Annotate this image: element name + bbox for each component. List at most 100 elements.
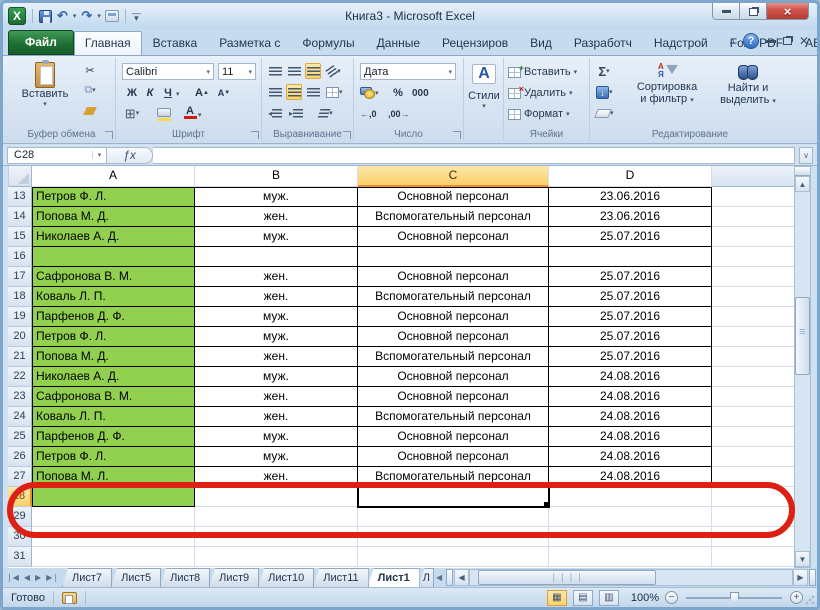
first-sheet-icon[interactable]: ❘◀ — [6, 573, 19, 582]
cell-A26[interactable]: Петров Ф. Л. — [32, 447, 195, 467]
cell-D16[interactable] — [549, 247, 712, 267]
cell-C31[interactable] — [358, 547, 549, 567]
cell-E29[interactable] — [712, 507, 800, 527]
cell-C24[interactable]: Вспомогательный персонал — [358, 407, 549, 427]
cell-C22[interactable]: Основной персонал — [358, 367, 549, 387]
undo-dropdown-icon[interactable]: ▾ — [73, 12, 77, 20]
wrap-text-icon[interactable]: ▾ — [318, 105, 334, 121]
name-box[interactable]: C28 ▾ — [7, 147, 107, 164]
cell-A13[interactable]: Петров Ф. Л. — [32, 187, 195, 207]
cut-icon[interactable]: ✂ — [82, 62, 98, 78]
align-bottom-icon[interactable] — [305, 63, 321, 79]
cell-E13[interactable] — [712, 187, 800, 207]
cell-C17[interactable]: Основной персонал — [358, 267, 549, 287]
fill-color-icon[interactable] — [156, 106, 172, 122]
redo-dropdown-icon[interactable]: ▾ — [97, 12, 101, 20]
workbook-close-icon[interactable]: ✕ — [799, 36, 809, 46]
row-header-20[interactable]: 20 — [8, 327, 32, 347]
resize-grip[interactable] — [805, 595, 815, 605]
underline-button[interactable]: Ч — [160, 85, 176, 101]
cell-A24[interactable]: Коваль Л. П. — [32, 407, 195, 427]
cell-E25[interactable] — [712, 427, 800, 447]
zoom-slider[interactable] — [686, 597, 782, 599]
cell-D29[interactable] — [549, 507, 712, 527]
cell-C27[interactable]: Вспомогательный персонал — [358, 467, 549, 487]
paste-button[interactable]: Вставить ▾ — [16, 62, 74, 108]
cell-A29[interactable] — [32, 507, 195, 527]
cell-D15[interactable]: 25.07.2016 — [549, 227, 712, 247]
minimize-button[interactable] — [712, 3, 740, 20]
formula-input[interactable] — [153, 147, 795, 164]
cell-B16[interactable] — [195, 247, 358, 267]
row-header-16[interactable]: 16 — [8, 247, 32, 267]
ribbon-tab-вид[interactable]: Вид — [519, 31, 563, 55]
macro-record-icon[interactable] — [62, 592, 77, 604]
cell-C19[interactable]: Основной персонал — [358, 307, 549, 327]
cell-B31[interactable] — [195, 547, 358, 567]
workbook-restore-icon[interactable] — [783, 37, 792, 45]
row-header-21[interactable]: 21 — [8, 347, 32, 367]
sheet-tab-лист1[interactable]: Лист1 — [368, 568, 420, 587]
cell-A18[interactable]: Коваль Л. П. — [32, 287, 195, 307]
expand-formula-bar-icon[interactable]: ∨ — [799, 147, 813, 164]
cell-D23[interactable]: 24.08.2016 — [549, 387, 712, 407]
row-header-17[interactable]: 17 — [8, 267, 32, 287]
ribbon-tab-главная[interactable]: Главная — [74, 31, 142, 55]
cell-E24[interactable] — [712, 407, 800, 427]
cell-E26[interactable] — [712, 447, 800, 467]
zoom-in-icon[interactable]: + — [790, 591, 803, 604]
ribbon-tab-вставка[interactable]: Вставка — [142, 31, 209, 55]
alignment-dialog-launcher-icon[interactable] — [343, 131, 351, 139]
cell-C15[interactable]: Основной персонал — [358, 227, 549, 247]
clear-icon[interactable]: ▾ — [596, 105, 614, 121]
row-header-13[interactable]: 13 — [8, 187, 32, 207]
cell-E15[interactable] — [712, 227, 800, 247]
cell-C23[interactable]: Основной персонал — [358, 387, 549, 407]
horizontal-scroll-thumb[interactable]: ❘❘❘❘ — [478, 570, 656, 585]
cell-B14[interactable]: жен. — [195, 207, 358, 227]
column-header-C[interactable]: C — [358, 166, 549, 187]
ribbon-tab-рецензиров[interactable]: Рецензиров — [431, 31, 519, 55]
sheet-tab-л[interactable]: Л — [419, 568, 434, 587]
cell-A17[interactable]: Сафронова В. М. — [32, 267, 195, 287]
currency-icon[interactable]: ▾ — [360, 85, 379, 101]
cell-A19[interactable]: Парфенов Д. Ф. — [32, 307, 195, 327]
cell-D18[interactable]: 25.07.2016 — [549, 287, 712, 307]
sheet-tab-лист5[interactable]: Лист5 — [111, 568, 161, 587]
align-right-icon[interactable] — [305, 84, 321, 100]
styles-button[interactable]: A Стили ▾ — [466, 64, 502, 110]
insert-cells-button[interactable]: + Вставить▾ — [508, 64, 586, 80]
cell-C18[interactable]: Вспомогательный персонал — [358, 287, 549, 307]
cell-D19[interactable]: 25.07.2016 — [549, 307, 712, 327]
hscroll-right-icon[interactable]: ▶ — [793, 569, 808, 586]
cell-D14[interactable]: 23.06.2016 — [549, 207, 712, 227]
cell-D17[interactable]: 25.07.2016 — [549, 267, 712, 287]
cell-D25[interactable]: 24.08.2016 — [549, 427, 712, 447]
italic-button[interactable]: К — [142, 85, 158, 101]
cell-D30[interactable] — [549, 527, 712, 547]
cell-E20[interactable] — [712, 327, 800, 347]
cell-E14[interactable] — [712, 207, 800, 227]
tab-scroll-left-icon[interactable]: ◀ — [436, 573, 442, 582]
cell-A21[interactable]: Попова М. Д. — [32, 347, 195, 367]
cell-A22[interactable]: Николаев А. Д. — [32, 367, 195, 387]
cell-D24[interactable]: 24.08.2016 — [549, 407, 712, 427]
redo-icon[interactable]: ↷ — [80, 7, 93, 25]
cell-D31[interactable] — [549, 547, 712, 567]
cell-B18[interactable]: жен. — [195, 287, 358, 307]
align-middle-icon[interactable] — [286, 63, 302, 79]
row-header-25[interactable]: 25 — [8, 427, 32, 447]
cell-A16[interactable] — [32, 247, 195, 267]
borders-icon[interactable]: ⊞▾ — [124, 106, 140, 122]
cell-B26[interactable]: муж. — [195, 447, 358, 467]
cell-A23[interactable]: Сафронова В. М. — [32, 387, 195, 407]
row-header-19[interactable]: 19 — [8, 307, 32, 327]
cell-D22[interactable]: 24.08.2016 — [549, 367, 712, 387]
cell-E18[interactable] — [712, 287, 800, 307]
font-dialog-launcher-icon[interactable] — [251, 131, 259, 139]
row-header-15[interactable]: 15 — [8, 227, 32, 247]
row-header-26[interactable]: 26 — [8, 447, 32, 467]
row-header-22[interactable]: 22 — [8, 367, 32, 387]
row-header-29[interactable]: 29 — [8, 507, 32, 527]
font-name-combo[interactable]: Calibri▾ — [122, 63, 214, 80]
